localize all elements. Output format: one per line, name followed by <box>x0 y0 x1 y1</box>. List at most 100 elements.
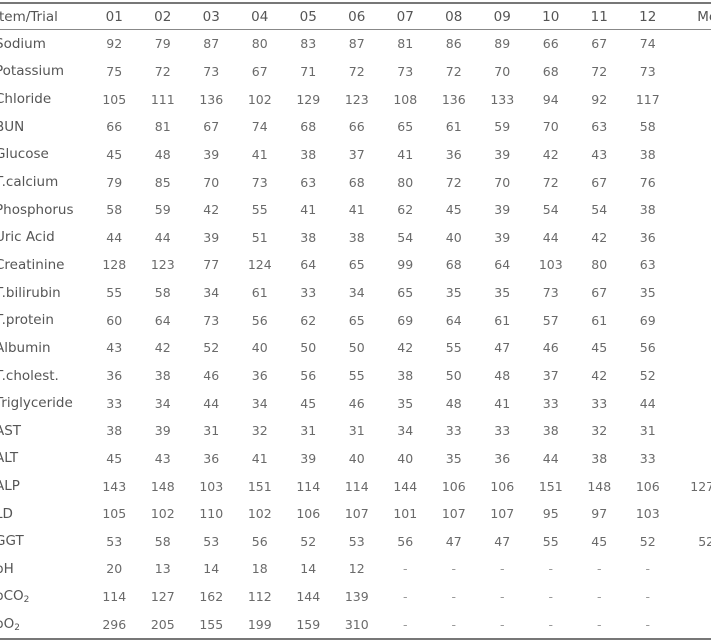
cell-trial-12: 56 <box>639 340 656 356</box>
cell-trial-01: 75 <box>106 63 123 79</box>
row-item-label: Phosphorus <box>0 196 90 224</box>
cell-trial-10: 66 <box>542 36 559 52</box>
cell-trial-01: 43 <box>106 340 123 356</box>
cell-trial-01: 143 <box>102 478 127 494</box>
table-row: T.bilirubin 55 58 34 61 33 34 65 35 35 73 67 35 49 <box>0 279 711 307</box>
cell-trial-05: 83 <box>300 36 317 52</box>
cell-trial-09: - <box>499 616 505 632</box>
cell-trial-11: 67 <box>591 174 608 190</box>
cell-trial-01: 114 <box>102 589 127 605</box>
cell-trial-09: 39 <box>494 146 511 162</box>
cell-trial-11: 43 <box>591 146 608 162</box>
cell-trial-10: 94 <box>542 91 559 107</box>
cell-mean: 15 <box>672 555 711 583</box>
row-item-label: Chloride <box>0 85 90 113</box>
cell-trial-05: 106 <box>296 506 321 522</box>
cell-trial-06: 123 <box>344 91 369 107</box>
cell-trial-02: 79 <box>154 36 171 52</box>
row-item-label: T.bilirubin <box>0 279 90 307</box>
item-subscript: 2 <box>14 622 20 633</box>
cell-trial-04: 74 <box>251 119 268 135</box>
table-row: LD 105 102 110 102 106 107 101 107 107 95 97 103 104 <box>0 500 711 528</box>
cell-trial-09: 33 <box>494 423 511 439</box>
cell-trial-06: 46 <box>348 395 365 411</box>
cell-trial-01: 36 <box>106 368 123 383</box>
cell-trial-12: 52 <box>639 368 656 383</box>
cell-mean: 49 <box>672 196 711 224</box>
cell-mean: 39 <box>672 445 711 473</box>
cell-trial-10: 46 <box>542 340 559 356</box>
cell-mean: 41 <box>672 141 711 169</box>
cell-trial-09: 39 <box>494 229 511 245</box>
cell-trial-04: 56 <box>251 312 268 328</box>
cell-trial-04: 40 <box>251 340 268 356</box>
cell-trial-07: 69 <box>397 312 414 328</box>
item-name: Creatinine <box>0 256 65 273</box>
cell-trial-04: 36 <box>251 368 268 383</box>
cell-trial-06: 65 <box>348 257 365 273</box>
cell-trial-01: 44 <box>106 229 123 245</box>
cell-trial-03: 155 <box>199 616 224 632</box>
cell-trial-08: 35 <box>445 450 462 466</box>
cell-trial-12: 117 <box>635 91 660 107</box>
cell-trial-12: 35 <box>639 285 656 301</box>
cell-trial-05: 39 <box>300 450 317 466</box>
row-item-label: AST <box>0 417 90 445</box>
cell-mean: 34 <box>672 417 711 445</box>
table-row: Albumin 43 42 52 40 50 50 42 55 47 46 45 56 47 <box>0 334 711 362</box>
header-trial-06: 06 <box>348 8 366 25</box>
cell-trial-08: 36 <box>445 146 462 162</box>
cell-trial-03: 53 <box>203 533 220 549</box>
cell-trial-09: 47 <box>494 340 511 356</box>
cell-trial-01: 55 <box>106 285 123 301</box>
cell-trial-11: 97 <box>591 506 608 522</box>
item-name: ALT <box>0 450 19 467</box>
cell-trial-12: 73 <box>639 63 656 79</box>
table-row: T.protein 60 64 73 56 62 65 69 64 61 57 61 69 63 <box>0 306 711 334</box>
cell-trial-12: 52 <box>639 533 656 549</box>
cell-trial-12: 31 <box>639 423 656 439</box>
cell-trial-02: 48 <box>154 146 171 162</box>
cell-trial-07: 38 <box>397 368 414 383</box>
cell-trial-09: 39 <box>494 202 511 218</box>
cell-trial-02: 34 <box>154 395 171 411</box>
cell-trial-10: 151 <box>538 478 563 494</box>
header-trial-03: 03 <box>202 8 220 25</box>
table-header-row: Item/Trial 01 02 03 04 05 06 07 08 09 10 11 12 Mean <box>0 3 711 30</box>
item-name: BUN <box>0 118 25 135</box>
item-name: GGT <box>0 533 24 550</box>
cell-trial-06: 114 <box>344 478 369 494</box>
table-row: ALT 45 43 36 41 39 40 40 35 36 44 38 33 39 <box>0 445 711 473</box>
cell-trial-07: 40 <box>397 450 414 466</box>
cell-mean: 104 <box>672 500 711 528</box>
cell-trial-01: 92 <box>106 36 123 52</box>
cell-mean: 133 <box>672 583 711 611</box>
cell-trial-02: 38 <box>154 368 171 383</box>
cell-trial-06: 55 <box>348 368 365 383</box>
cell-trial-04: 112 <box>247 589 272 605</box>
cell-mean: 67 <box>672 113 711 141</box>
item-name: T.calcium <box>0 174 59 191</box>
cell-trial-01: 45 <box>106 450 123 466</box>
cell-trial-04: 18 <box>251 561 268 577</box>
cell-mean: 116 <box>672 85 711 113</box>
cell-trial-10: - <box>548 616 553 632</box>
row-item-label: LD <box>0 500 90 528</box>
cell-trial-05: 159 <box>296 616 321 632</box>
cell-trial-10: 42 <box>542 146 559 162</box>
cell-trial-09: 70 <box>494 63 511 79</box>
cell-trial-03: 77 <box>203 257 220 273</box>
row-item-label: T.cholest. <box>0 362 90 390</box>
cell-trial-11: 45 <box>591 340 608 356</box>
table-row: Chloride 105 111 136 102 129 123 108 136 133 94 92 1… <box>0 85 711 113</box>
header-trial-08: 08 <box>445 8 463 25</box>
cell-trial-09: 41 <box>494 395 511 411</box>
cell-trial-12: 33 <box>639 450 656 466</box>
cell-trial-04: 199 <box>247 616 272 632</box>
cell-trial-08: 72 <box>445 63 462 79</box>
item-name: Triglyceride <box>0 395 73 412</box>
cell-trial-01: 296 <box>102 616 127 632</box>
cell-trial-08: 72 <box>445 174 462 190</box>
cell-trial-05: 45 <box>300 395 317 411</box>
cell-trial-08: 47 <box>445 533 462 549</box>
